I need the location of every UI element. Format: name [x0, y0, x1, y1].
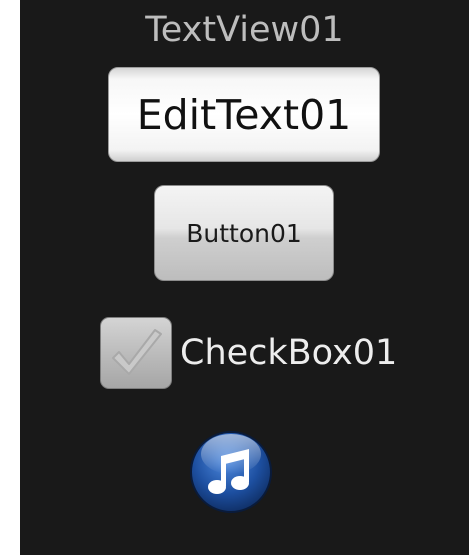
music-note-icon: [190, 418, 272, 513]
right-edge: [469, 0, 476, 555]
checkmark-icon: [112, 328, 162, 375]
checkbox-01[interactable]: CheckBox01: [100, 315, 397, 390]
edittext-01[interactable]: [108, 67, 380, 162]
button-01[interactable]: Button01: [154, 185, 334, 281]
checkbox-box[interactable]: [100, 316, 172, 389]
app-screen: TextView01 Button01 CheckBox01: [20, 0, 469, 555]
textview-01: TextView01: [145, 10, 344, 50]
checkbox-label: CheckBox01: [180, 332, 398, 373]
